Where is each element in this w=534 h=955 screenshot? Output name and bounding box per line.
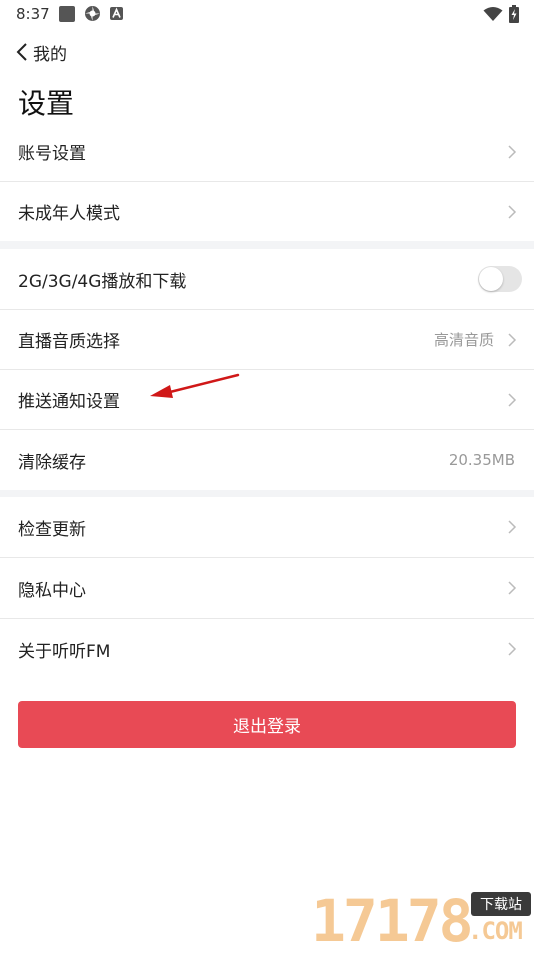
logout-button[interactable]: 退出登录 xyxy=(18,701,516,748)
status-time: 8:37 xyxy=(16,5,50,23)
watermark-digits: 17178 xyxy=(311,887,474,955)
chevron-right-icon xyxy=(508,392,517,407)
chevron-right-icon xyxy=(508,642,517,656)
chevron-right-icon xyxy=(508,332,517,347)
notification-a-icon xyxy=(110,7,123,20)
row-label: 隐私中心 xyxy=(18,580,86,601)
settings-row-push-notification[interactable]: 推送通知设置 xyxy=(0,370,534,429)
row-label: 未成年人模式 xyxy=(18,204,120,224)
back-button[interactable]: 我的 xyxy=(15,40,67,65)
annotation-arrow-icon xyxy=(150,373,240,398)
row-value: 高清音质 xyxy=(433,331,494,349)
settings-row-check-update[interactable]: 检查更新 xyxy=(0,497,534,557)
row-label: 清除缓存 xyxy=(18,452,86,473)
mobile-data-toggle[interactable] xyxy=(478,266,522,292)
chevron-left-icon xyxy=(16,43,27,61)
settings-row-live-quality[interactable]: 直播音质选择 高清音质 xyxy=(0,310,534,369)
row-label: 检查更新 xyxy=(18,519,86,540)
chevron-right-icon xyxy=(508,144,517,159)
settings-row-account[interactable]: 账号设置 xyxy=(0,122,534,181)
row-label: 2G/3G/4G播放和下载 xyxy=(18,271,187,292)
status-bar: 8:37 xyxy=(0,0,534,28)
row-label: 直播音质选择 xyxy=(18,332,120,352)
back-label: 我的 xyxy=(33,44,67,65)
row-label: 推送通知设置 xyxy=(18,392,120,412)
section-gap xyxy=(0,241,534,249)
cache-size-value: 20.35MB xyxy=(448,451,515,469)
section-gap xyxy=(0,490,534,497)
settings-row-privacy[interactable]: 隐私中心 xyxy=(0,558,534,618)
watermark-domain: .COM xyxy=(468,917,523,945)
row-label: 账号设置 xyxy=(18,144,86,164)
notification-app-icon xyxy=(85,6,100,21)
watermark-logo: 17178 下载站 .COM xyxy=(305,888,533,950)
page-title: 设置 xyxy=(18,87,75,120)
settings-row-about[interactable]: 关于听听FM xyxy=(0,619,534,679)
notification-square-icon xyxy=(59,6,75,22)
chevron-right-icon xyxy=(508,581,517,595)
watermark-tag: 下载站 xyxy=(471,892,531,916)
settings-row-mobile-data[interactable]: 2G/3G/4G播放和下载 xyxy=(0,249,534,309)
chevron-right-icon xyxy=(508,520,517,534)
settings-row-clear-cache[interactable]: 清除缓存 20.35MB xyxy=(0,430,534,490)
toggle-knob xyxy=(479,267,503,291)
chevron-right-icon xyxy=(508,204,517,219)
wifi-icon xyxy=(483,7,503,21)
battery-charging-icon xyxy=(509,5,519,23)
row-label: 关于听听FM xyxy=(18,641,111,662)
settings-row-minor-mode[interactable]: 未成年人模式 xyxy=(0,182,534,241)
